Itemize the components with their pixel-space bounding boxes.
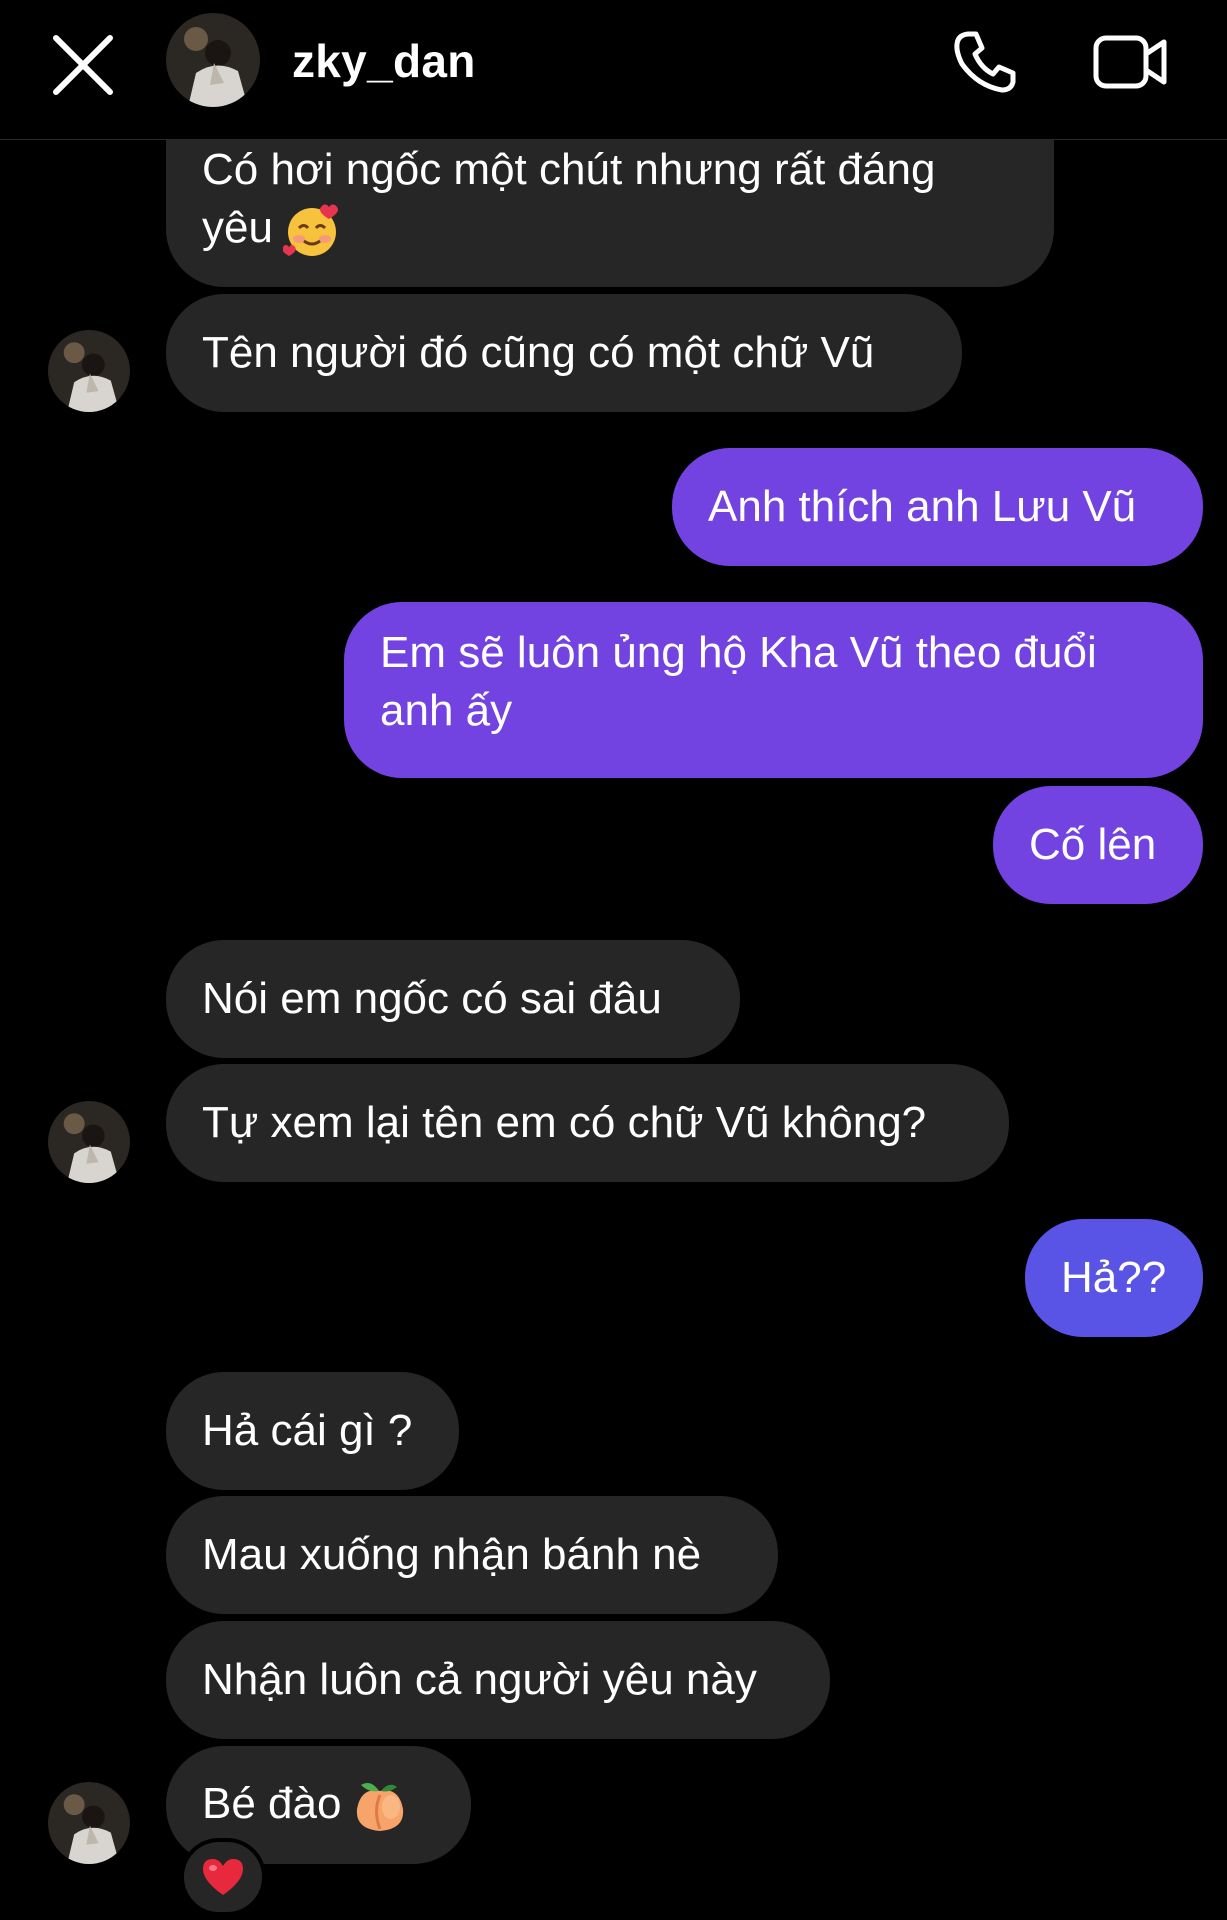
message-bubble-sent[interactable]: Em sẽ luôn ủng hộ Kha Vũ theo đuổi anh ấ… bbox=[344, 602, 1203, 778]
message-text: Bé đào bbox=[202, 1775, 409, 1835]
message-bubble-sent[interactable]: Hả?? bbox=[1025, 1219, 1203, 1337]
message-text: Nhận luôn cả người yêu này bbox=[202, 1655, 757, 1704]
red-heart-icon bbox=[203, 1859, 243, 1895]
message-text: Cố lên bbox=[1029, 820, 1157, 869]
message-bubble-received[interactable]: Tên người đó cũng có một chữ Vũ bbox=[166, 294, 962, 412]
reaction-badge[interactable] bbox=[180, 1838, 266, 1916]
avatar[interactable] bbox=[166, 13, 260, 107]
phone-icon bbox=[954, 31, 1016, 93]
message-bubble-received[interactable]: Mau xuống nhận bánh nè bbox=[166, 1496, 778, 1614]
close-button[interactable] bbox=[48, 30, 118, 100]
avatar[interactable] bbox=[48, 330, 130, 412]
message-bubble-received[interactable]: Nhận luôn cả người yêu này bbox=[166, 1621, 830, 1739]
smiling-face-with-hearts-icon bbox=[282, 201, 341, 259]
video-call-button[interactable] bbox=[1092, 26, 1170, 98]
avatar[interactable] bbox=[48, 1782, 130, 1864]
message-text: Anh thích anh Lưu Vũ bbox=[708, 482, 1137, 531]
message-text: Nói em ngốc có sai đâu bbox=[202, 974, 662, 1023]
message-text: Tự xem lại tên em có chữ Vũ không? bbox=[202, 1098, 927, 1147]
message-bubble-received[interactable]: Hả cái gì ? bbox=[166, 1372, 459, 1490]
message-bubble-received[interactable]: Có hơi ngốc một chút nhưng rất đáng yêu bbox=[166, 125, 1054, 287]
message-bubble-sent[interactable]: Cố lên bbox=[993, 786, 1203, 904]
username[interactable]: zky_dan bbox=[292, 34, 476, 88]
avatar[interactable] bbox=[48, 1101, 130, 1183]
message-bubble-sent[interactable]: Anh thích anh Lưu Vũ bbox=[672, 448, 1203, 566]
message-text: Hả cái gì ? bbox=[202, 1406, 413, 1455]
message-bubble-received[interactable]: Nói em ngốc có sai đâu bbox=[166, 940, 740, 1058]
message-text: Mau xuống nhận bánh nè bbox=[202, 1530, 702, 1579]
chat-header: zky_dan bbox=[0, 0, 1227, 140]
message-text: Có hơi ngốc một chút nhưng rất đáng yêu bbox=[202, 141, 1018, 259]
message-text: Hả?? bbox=[1061, 1253, 1167, 1302]
peach-icon bbox=[351, 1777, 409, 1835]
video-camera-icon bbox=[1093, 35, 1167, 89]
message-text: Em sẽ luôn ủng hộ Kha Vũ theo đuổi anh ấ… bbox=[380, 628, 1097, 735]
call-button[interactable] bbox=[948, 26, 1020, 98]
message-bubble-received[interactable]: Tự xem lại tên em có chữ Vũ không? bbox=[166, 1064, 1009, 1182]
close-icon bbox=[53, 35, 113, 95]
message-text: Tên người đó cũng có một chữ Vũ bbox=[202, 328, 875, 377]
